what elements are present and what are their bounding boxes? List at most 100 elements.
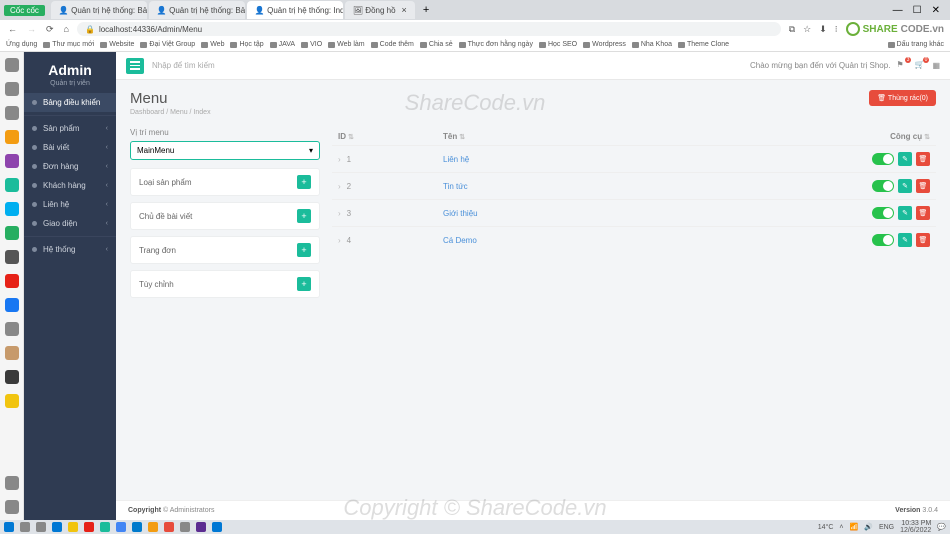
photoshop-icon[interactable] (212, 522, 222, 532)
toggle-switch[interactable] (872, 153, 894, 165)
forward-icon[interactable]: → (25, 24, 38, 34)
cart-icon[interactable]: 🛒0 (914, 60, 926, 72)
search-input[interactable]: Nhập để tìm kiếm (152, 61, 215, 70)
accordion-item[interactable]: Loại sản phẩm+ (130, 168, 320, 196)
rail-messenger-icon[interactable] (5, 154, 19, 168)
vscode-icon[interactable] (132, 522, 142, 532)
weather-widget[interactable]: 14°C (818, 524, 834, 531)
sidebar-item-orders[interactable]: Đơn hàng‹ (24, 157, 116, 176)
download-icon[interactable]: ⬇ (817, 24, 829, 35)
accordion-item[interactable]: Tùy chỉnh+ (130, 270, 320, 298)
bookmark-item[interactable]: Wordpress (583, 41, 626, 48)
menu-position-select[interactable]: MainMenu ▾ (130, 141, 320, 160)
tray-chevron-icon[interactable]: ˄ (839, 524, 843, 531)
bookmark-item[interactable]: Đại Việt Group (140, 41, 195, 48)
sublime-icon[interactable] (148, 522, 158, 532)
rail-zalo-icon[interactable] (5, 178, 19, 192)
bookmark-item[interactable]: Theme Clone (678, 41, 729, 48)
delete-button[interactable]: 🗑 (916, 233, 930, 247)
edit-button[interactable]: ✎ (898, 179, 912, 193)
sort-icon[interactable]: ⇅ (459, 134, 465, 141)
folder-icon[interactable] (68, 522, 78, 532)
accordion-item[interactable]: Trang đơn+ (130, 236, 320, 264)
browser-tab[interactable]: 👤 Quản trị hệ thống: Index× (247, 1, 343, 19)
row-link[interactable]: Liên hệ (443, 155, 860, 164)
rail-misc-icon[interactable] (5, 346, 19, 360)
edit-button[interactable]: ✎ (898, 233, 912, 247)
close-window-icon[interactable]: ✕ (932, 5, 940, 16)
sidebar-item-dashboard[interactable]: Bảng điều khiển (24, 93, 116, 112)
rail-facebook-icon[interactable] (5, 298, 19, 312)
add-button[interactable]: + (297, 243, 311, 257)
rail-skype-icon[interactable] (5, 202, 19, 216)
explorer-icon[interactable] (52, 522, 62, 532)
edit-button[interactable]: ✎ (898, 206, 912, 220)
bookmark-other[interactable]: Dấu trang khác (888, 41, 944, 48)
toggle-switch[interactable] (872, 180, 894, 192)
clock-time[interactable]: 10:33 PM (901, 520, 931, 527)
row-link[interactable]: Tin tức (443, 182, 860, 191)
rail-settings-icon[interactable] (5, 500, 19, 514)
rail-fire-icon[interactable] (5, 130, 19, 144)
accordion-item[interactable]: Chủ đề bài viết+ (130, 202, 320, 230)
sidebar-item-customers[interactable]: Khách hàng‹ (24, 176, 116, 195)
vs-icon[interactable] (196, 522, 206, 532)
home-icon[interactable]: ⌂ (62, 24, 71, 34)
lang-indicator[interactable]: ENG (879, 524, 894, 531)
bookmark-item[interactable]: Website (100, 41, 134, 48)
add-button[interactable]: + (297, 277, 311, 291)
bookmark-item[interactable]: Học tập (230, 41, 263, 48)
search-icon[interactable] (20, 522, 30, 532)
extension-icon[interactable]: ⧉ (787, 24, 797, 35)
bookmark-item[interactable]: Học SEO (539, 41, 577, 48)
rail-xbox-icon[interactable] (5, 226, 19, 240)
close-icon[interactable]: × (402, 5, 407, 15)
rail-home-icon[interactable] (5, 58, 19, 72)
bookmark-item[interactable]: Code thêm (371, 41, 414, 48)
expand-icon[interactable]: › (338, 209, 341, 218)
delete-button[interactable]: 🗑 (916, 206, 930, 220)
bookmark-item[interactable]: Nha Khoa (632, 41, 672, 48)
bookmark-item[interactable]: Ứng dụng (6, 41, 37, 48)
notifications-icon[interactable]: 💬 (937, 523, 946, 531)
rail-game-icon[interactable] (5, 370, 19, 384)
xampp-icon[interactable] (164, 522, 174, 532)
sort-icon[interactable]: ⇅ (924, 134, 930, 141)
row-link[interactable]: Cá Demo (443, 236, 860, 245)
toggle-switch[interactable] (872, 207, 894, 219)
bookmark-item[interactable]: Thực đơn hằng ngày (459, 41, 533, 48)
bookmark-item[interactable]: JAVA (270, 41, 295, 48)
start-icon[interactable] (4, 522, 14, 532)
sidebar-item-contact[interactable]: Liên hệ‹ (24, 195, 116, 214)
chrome-icon[interactable] (116, 522, 126, 532)
rail-bell-icon[interactable] (5, 476, 19, 490)
rail-notes-icon[interactable] (5, 106, 19, 120)
sidebar-item-system[interactable]: Hệ thống‹ (24, 240, 116, 259)
sidebar-item-products[interactable]: Sản phẩm‹ (24, 119, 116, 138)
more-icon[interactable]: ⁝ (833, 24, 840, 35)
bookmark-item[interactable]: Web (201, 41, 224, 48)
add-button[interactable]: + (297, 175, 311, 189)
bookmark-item[interactable]: Thư mục mới (43, 41, 94, 48)
browser-tab[interactable]: 👤 Quản trị hệ thống: Bảng điề...× (51, 1, 147, 19)
menu-toggle-button[interactable] (126, 58, 144, 74)
wifi-icon[interactable]: 📶 (850, 523, 859, 531)
url-input[interactable]: 🔒 localhost:44336/Admin/Menu (77, 22, 781, 36)
back-icon[interactable]: ← (6, 24, 19, 34)
minimize-icon[interactable]: — (893, 5, 903, 16)
trash-button[interactable]: 🗑 Thùng rác(0) (869, 90, 936, 106)
bookmark-item[interactable]: Chia sẻ (420, 41, 453, 48)
app-icon[interactable] (100, 522, 110, 532)
taskview-icon[interactable] (36, 522, 46, 532)
sort-icon[interactable]: ⇅ (348, 134, 354, 141)
add-button[interactable]: + (297, 209, 311, 223)
expand-icon[interactable]: › (338, 182, 341, 191)
app-icon[interactable] (180, 522, 190, 532)
reload-icon[interactable]: ⟳ (44, 24, 56, 35)
rail-cart-icon[interactable] (5, 394, 19, 408)
expand-icon[interactable]: › (338, 155, 341, 164)
expand-icon[interactable]: › (338, 236, 341, 245)
bookmark-item[interactable]: Web làm (328, 41, 365, 48)
browser-tab[interactable]: 🖼 Đồng hồ× (345, 1, 415, 19)
rail-google-icon[interactable] (5, 322, 19, 336)
